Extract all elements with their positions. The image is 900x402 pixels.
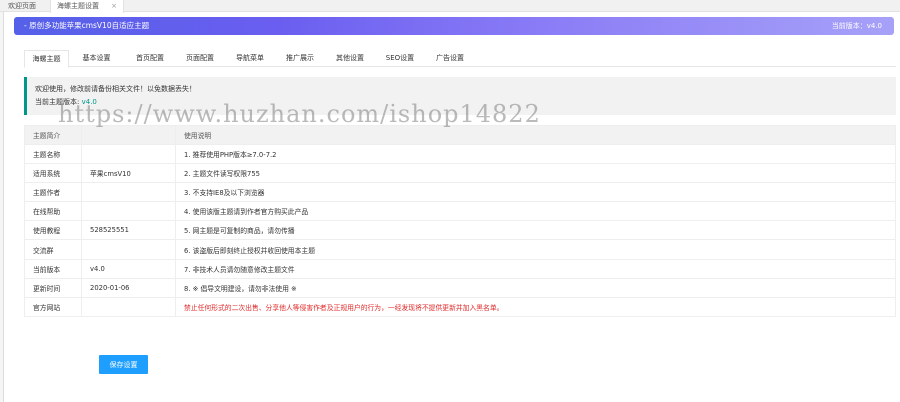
notice-message: 欢迎使用，修改前请备份相关文件！以免数据丢失！ [35, 85, 196, 93]
row-note: 7. 非技术人员请勿随意修改主题文件 [175, 258, 896, 279]
tab-nav-menu[interactable]: 导航菜单 [225, 50, 275, 67]
watermark: https://www.huzhan.com/ishop14822 [58, 100, 541, 128]
header-blank [81, 125, 176, 145]
save-button[interactable]: 保存设置 [99, 355, 148, 374]
banner-version: 当前版本：v4.0 [831, 22, 882, 30]
row-value [81, 296, 176, 317]
tab-page-config[interactable]: 页面配置 [175, 50, 225, 67]
table-row: 在线帮助 4. 使用该版主题请到作者官方购买此产品 [24, 201, 896, 222]
close-icon[interactable]: × [111, 0, 117, 12]
tab-ad-settings[interactable]: 广告设置 [425, 50, 475, 67]
row-label: 使用教程 [24, 220, 82, 241]
table-row: 更新时间 2020-01-06 8. ※ 倡导文明建设，请勿非法使用 ※ [24, 277, 896, 298]
top-tab-bar: 欢迎页面 海螺主题设置 × [0, 0, 900, 13]
row-note: 8. ※ 倡导文明建设，请勿非法使用 ※ [175, 277, 896, 298]
row-warning: 禁止任何形式的二次出售、分享他人等侵害作者及正规用户的行为，一经发现将不提供更新… [175, 296, 896, 317]
tab-promotion[interactable]: 推广展示 [275, 50, 325, 67]
row-note: 5. 网主题是可复制的商品，请勿传播 [175, 220, 896, 241]
row-label: 主题名称 [24, 143, 82, 165]
row-label: 交流群 [24, 239, 82, 260]
table-row: 主题名称 1. 推荐使用PHP版本≥7.0-7.2 [24, 143, 896, 165]
row-value: 苹果cmsV10 [81, 163, 176, 184]
table-row: 主题作者 3. 不支持IE8及以下浏览器 [24, 182, 896, 203]
left-edge [0, 12, 4, 402]
tab-theme-settings-label: 海螺主题设置 [57, 2, 99, 10]
header-usage: 使用说明 [175, 125, 896, 145]
row-label: 更新时间 [24, 277, 82, 298]
tab-home-config[interactable]: 首页配置 [125, 50, 175, 67]
row-label: 适用系统 [24, 163, 82, 184]
row-note: 6. 该盗版后即刻终止授权并收回使用本主题 [175, 239, 896, 260]
tab-welcome[interactable]: 欢迎页面 [2, 0, 42, 12]
tab-basic-settings[interactable]: 基本设置 [74, 50, 119, 67]
tab-theme-settings[interactable]: 海螺主题设置 × [50, 0, 124, 13]
tab-seo-settings[interactable]: SEO设置 [375, 50, 425, 67]
row-label: 当前版本 [24, 258, 82, 279]
row-value: 528525551 [81, 220, 176, 241]
row-label: 官方网站 [24, 296, 82, 317]
row-value [81, 239, 176, 260]
row-value [81, 143, 176, 165]
row-note: 4. 使用该版主题请到作者官方购买此产品 [175, 201, 896, 222]
table-row: 官方网站 禁止任何形式的二次出售、分享他人等侵害作者及正规用户的行为，一经发现将… [24, 296, 896, 317]
row-note: 2. 主题文件读写权限755 [175, 163, 896, 184]
table-row: 当前版本 v4.0 7. 非技术人员请勿随意修改主题文件 [24, 258, 896, 279]
row-note: 1. 推荐使用PHP版本≥7.0-7.2 [175, 143, 896, 165]
row-label: 在线帮助 [24, 201, 82, 222]
row-value [81, 201, 176, 222]
tab-theme[interactable]: 海螺主题 [24, 50, 69, 68]
table-row: 适用系统 苹果cmsV10 2. 主题文件读写权限755 [24, 163, 896, 184]
header-banner: - 原创多功能苹果cmsV10自适应主题 当前版本：v4.0 [14, 17, 894, 35]
tab-other-settings[interactable]: 其他设置 [325, 50, 375, 67]
row-label: 主题作者 [24, 182, 82, 203]
table-row: 交流群 6. 该盗版后即刻终止授权并收回使用本主题 [24, 239, 896, 260]
row-value: v4.0 [81, 258, 176, 279]
row-value [81, 182, 176, 203]
settings-tabs: 海螺主题 基本设置 首页配置 页面配置 导航菜单 推广展示 其他设置 SEO设置… [24, 50, 896, 68]
row-note: 3. 不支持IE8及以下浏览器 [175, 182, 896, 203]
table-row: 使用教程 528525551 5. 网主题是可复制的商品，请勿传播 [24, 220, 896, 241]
row-value: 2020-01-06 [81, 277, 176, 298]
banner-title: - 原创多功能苹果cmsV10自适应主题 [24, 21, 150, 30]
table-header-row: 主题简介 使用说明 [24, 125, 896, 145]
theme-info-table: 主题简介 使用说明 主题名称 1. 推荐使用PHP版本≥7.0-7.2 适用系统… [24, 125, 896, 317]
header-theme-intro: 主题简介 [24, 125, 82, 145]
